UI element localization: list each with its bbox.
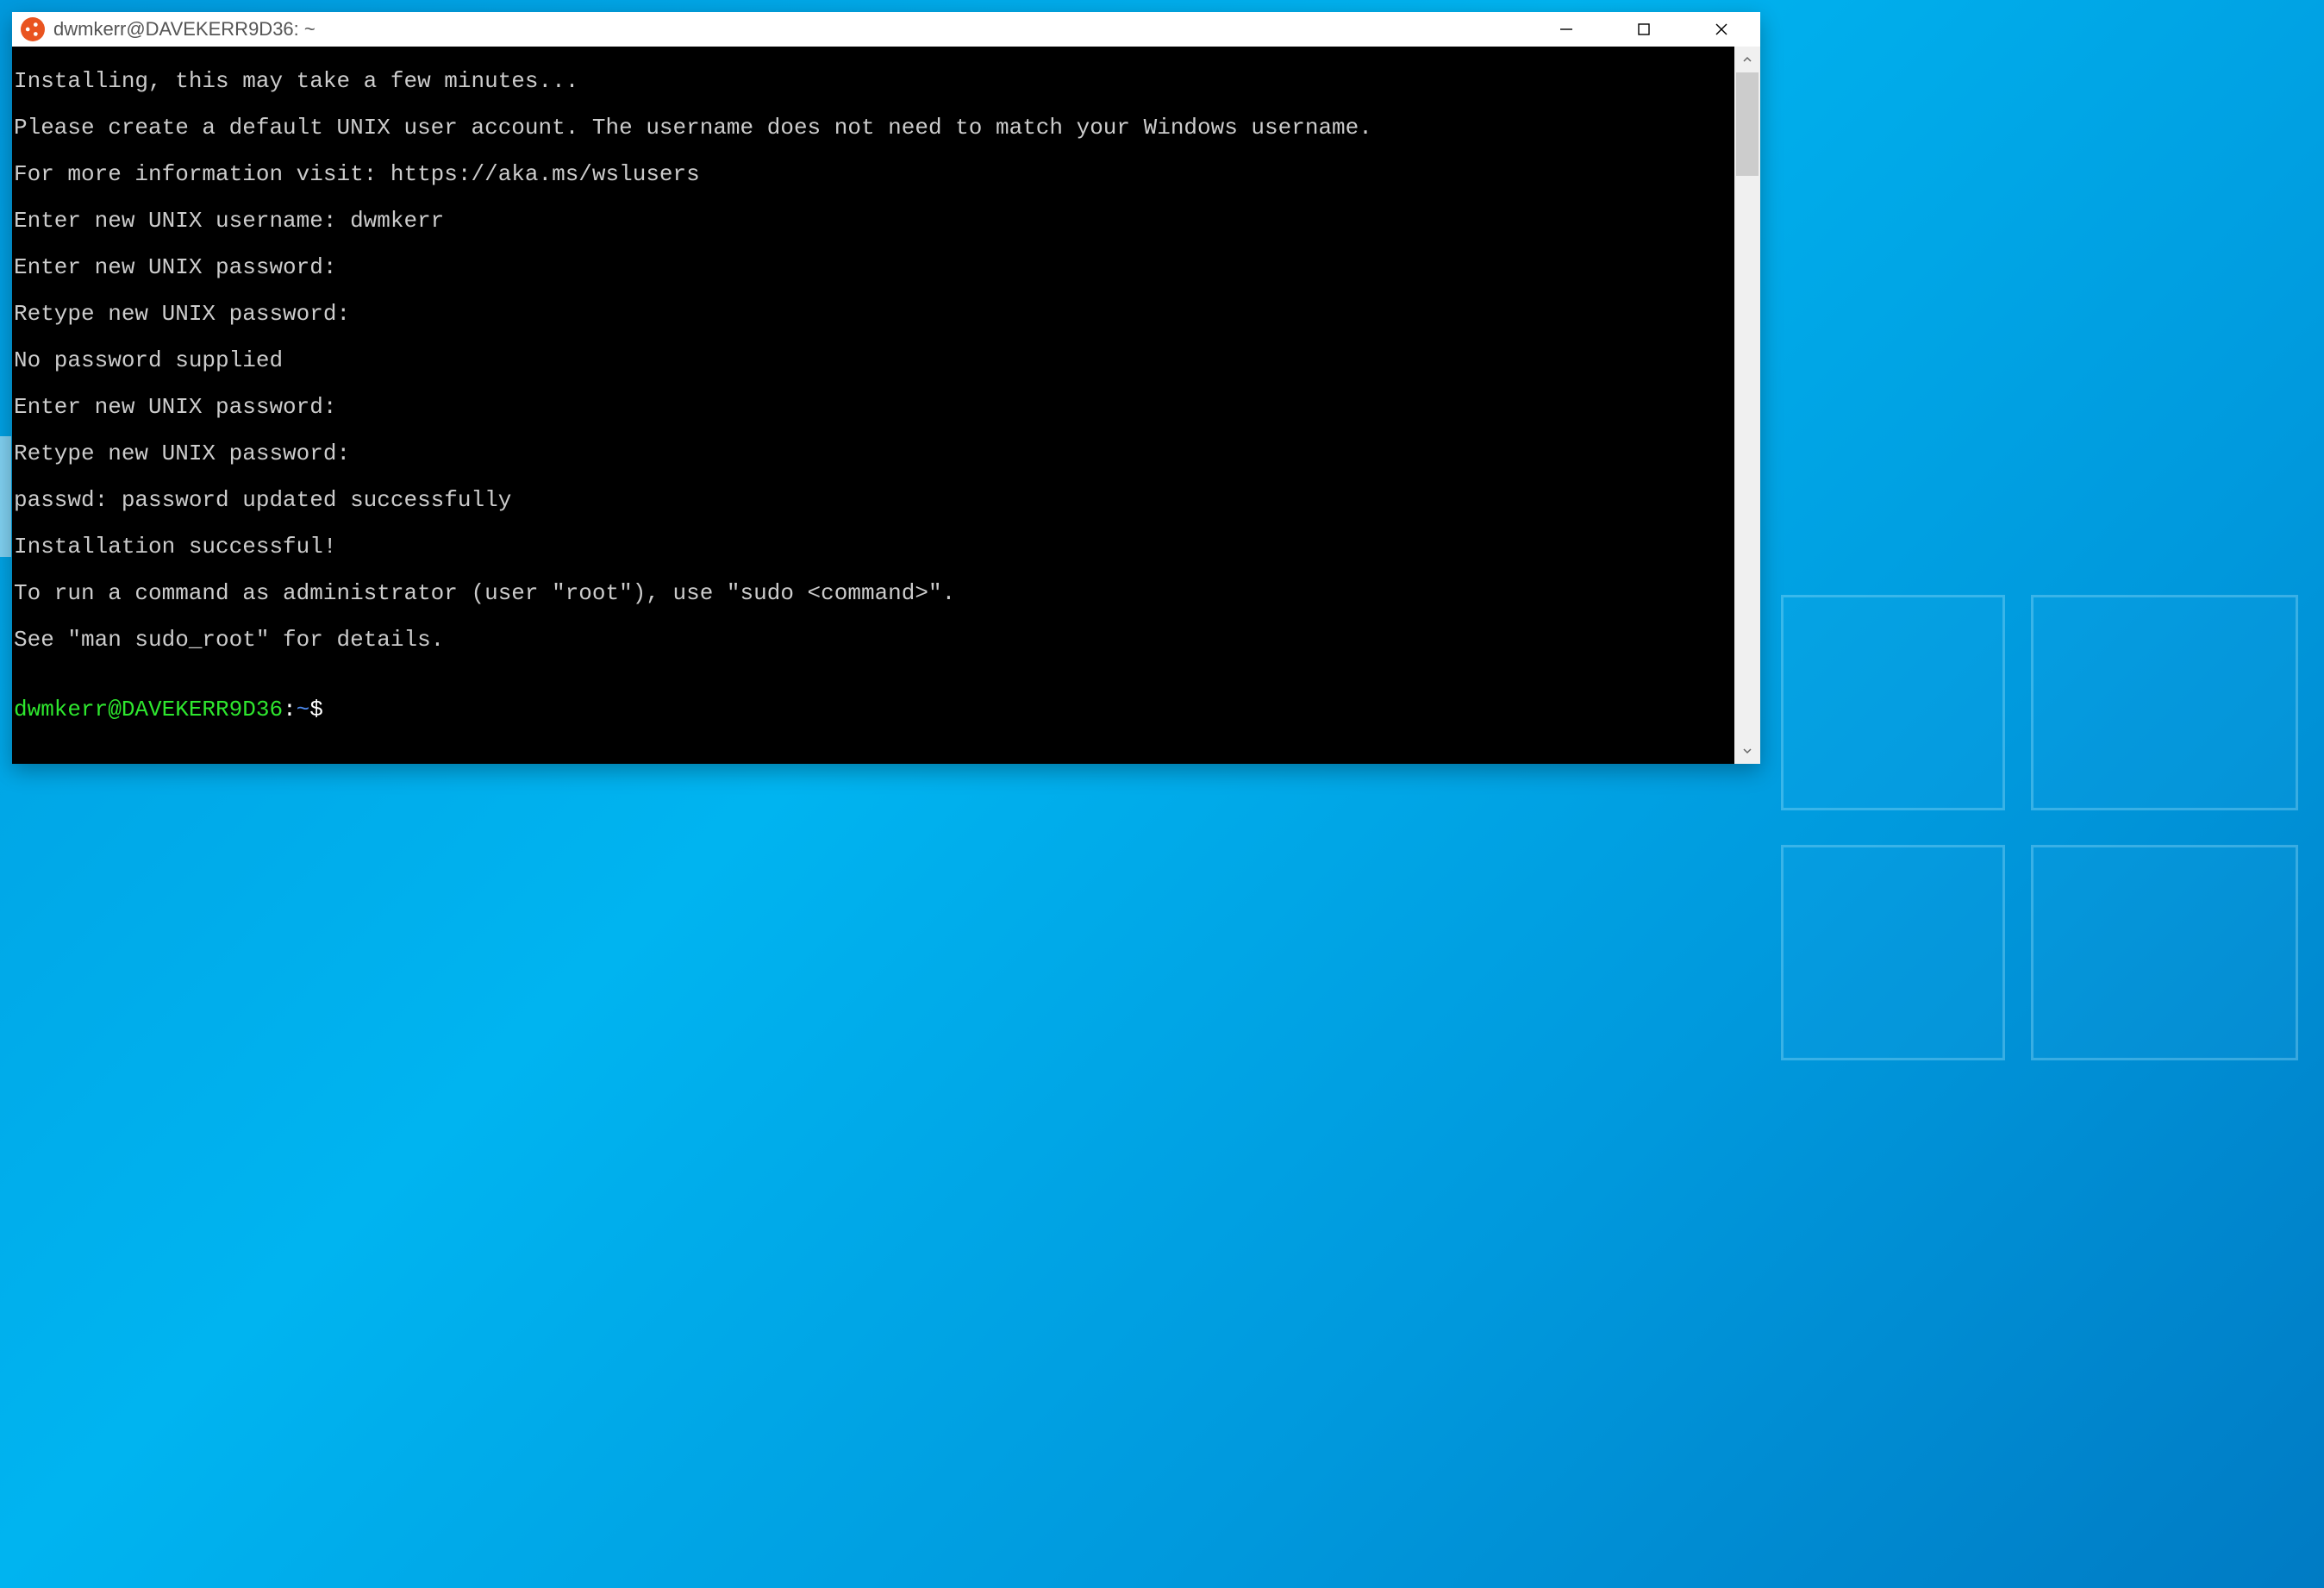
scrollbar-down-icon[interactable] [1734, 738, 1760, 764]
maximize-button[interactable] [1605, 12, 1683, 47]
terminal-line: Installing, this may take a few minutes.… [14, 70, 1734, 93]
terminal-line: Please create a default UNIX user accoun… [14, 116, 1734, 140]
titlebar[interactable]: dwmkerr@DAVEKERR9D36: ~ [12, 12, 1760, 47]
terminal-line: Retype new UNIX password: [14, 303, 1734, 326]
ubuntu-icon [21, 17, 45, 41]
terminal-output[interactable]: Installing, this may take a few minutes.… [12, 47, 1734, 764]
windows-logo-pane [2031, 595, 2298, 810]
scrollbar-thumb[interactable] [1736, 72, 1759, 176]
window-title: dwmkerr@DAVEKERR9D36: ~ [53, 18, 315, 41]
vertical-scrollbar[interactable] [1734, 47, 1760, 764]
prompt-user-host: dwmkerr@DAVEKERR9D36 [14, 697, 283, 722]
terminal-line: Enter new UNIX password: [14, 256, 1734, 279]
windows-logo-pane [1781, 845, 2005, 1060]
terminal-line: Enter new UNIX password: [14, 396, 1734, 419]
terminal-prompt: dwmkerr@DAVEKERR9D36:~$ [14, 698, 1734, 722]
terminal-line: Installation successful! [14, 535, 1734, 559]
terminal-line: See "man sudo_root" for details. [14, 628, 1734, 652]
windows-logo-pane [2031, 845, 2298, 1060]
desktop-icon-selection[interactable] [0, 436, 11, 557]
prompt-colon: : [283, 697, 297, 722]
minimize-button[interactable] [1527, 12, 1605, 47]
windows-logo [1781, 595, 2298, 1060]
terminal-line: For more information visit: https://aka.… [14, 163, 1734, 186]
terminal-line: Retype new UNIX password: [14, 442, 1734, 466]
terminal-line: To run a command as administrator (user … [14, 582, 1734, 605]
window-controls [1527, 12, 1760, 47]
windows-logo-pane [1781, 595, 2005, 810]
terminal-line: No password supplied [14, 349, 1734, 372]
terminal-line: passwd: password updated successfully [14, 489, 1734, 512]
terminal-line: Enter new UNIX username: dwmkerr [14, 209, 1734, 233]
prompt-path: ~ [297, 697, 310, 722]
scrollbar-up-icon[interactable] [1734, 47, 1760, 72]
close-button[interactable] [1683, 12, 1760, 47]
prompt-symbol: $ [309, 697, 323, 722]
terminal-window: dwmkerr@DAVEKERR9D36: ~ Installing, this… [12, 12, 1760, 764]
